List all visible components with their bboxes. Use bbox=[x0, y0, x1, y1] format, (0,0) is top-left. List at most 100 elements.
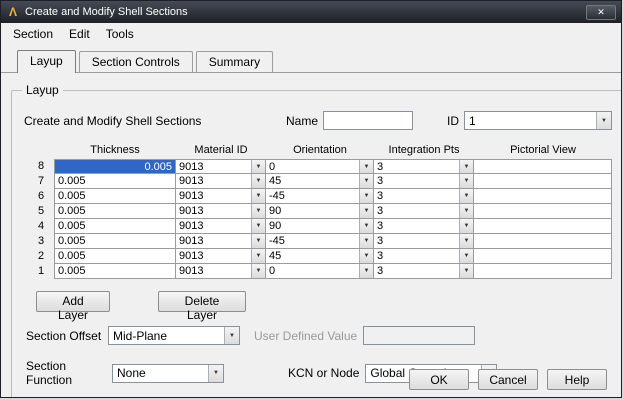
dropdown-arrow-icon[interactable]: ▼ bbox=[251, 160, 265, 173]
integration-pts-combo[interactable]: 3 ▼ bbox=[374, 174, 474, 189]
dropdown-arrow-icon[interactable]: ▼ bbox=[459, 264, 473, 278]
thickness-input[interactable] bbox=[55, 189, 175, 203]
menu-edit[interactable]: Edit bbox=[61, 25, 98, 43]
integration-pts-combo[interactable]: 3 ▼ bbox=[374, 204, 474, 219]
material-id-value: 9013 bbox=[179, 161, 204, 173]
dropdown-arrow-icon[interactable]: ▼ bbox=[596, 112, 612, 129]
dropdown-arrow-icon[interactable]: ▼ bbox=[359, 249, 373, 263]
layer-number: 2 bbox=[38, 250, 45, 262]
orientation-combo[interactable]: 45 ▼ bbox=[266, 174, 374, 189]
id-combo[interactable]: 1 ▼ bbox=[464, 111, 613, 130]
layer-number: 8 bbox=[38, 160, 45, 172]
thickness-cell bbox=[54, 219, 176, 234]
integration-pts-combo[interactable]: 3 ▼ bbox=[374, 189, 474, 204]
orientation-value: 0 bbox=[269, 265, 276, 277]
pictorial-view-cell bbox=[474, 189, 612, 204]
material-id-combo[interactable]: 9013 ▼ bbox=[176, 159, 266, 174]
orientation-value: 45 bbox=[269, 250, 282, 262]
thickness-input[interactable] bbox=[55, 264, 175, 278]
material-id-combo[interactable]: 9013 ▼ bbox=[176, 204, 266, 219]
dropdown-arrow-icon[interactable]: ▼ bbox=[251, 189, 265, 203]
tab-summary[interactable]: Summary bbox=[195, 51, 274, 72]
header-thickness: Thickness bbox=[90, 144, 140, 156]
close-button[interactable]: ✕ bbox=[586, 4, 616, 20]
integration-pts-combo[interactable]: 3 ▼ bbox=[374, 264, 474, 279]
dropdown-arrow-icon[interactable]: ▼ bbox=[359, 234, 373, 248]
orientation-combo[interactable]: -45 ▼ bbox=[266, 234, 374, 249]
name-input[interactable] bbox=[323, 111, 414, 130]
dropdown-arrow-icon[interactable]: ▼ bbox=[459, 234, 473, 248]
orientation-combo[interactable]: 90 ▼ bbox=[266, 204, 374, 219]
thickness-input[interactable] bbox=[55, 160, 175, 173]
name-label: Name bbox=[286, 113, 319, 128]
thickness-input[interactable] bbox=[55, 219, 175, 233]
orientation-combo[interactable]: 45 ▼ bbox=[266, 249, 374, 264]
dropdown-arrow-icon[interactable]: ▼ bbox=[359, 189, 373, 203]
integration-pts-value: 3 bbox=[377, 161, 384, 173]
dropdown-arrow-icon[interactable]: ▼ bbox=[251, 249, 265, 263]
thickness-cell bbox=[54, 204, 176, 219]
header-material-id: Material ID bbox=[194, 144, 248, 156]
material-id-combo[interactable]: 9013 ▼ bbox=[176, 234, 266, 249]
layer-number: 4 bbox=[38, 220, 45, 232]
dropdown-arrow-icon[interactable]: ▼ bbox=[251, 219, 265, 233]
pictorial-view-cell bbox=[474, 159, 612, 174]
material-id-value: 9013 bbox=[179, 265, 204, 277]
dropdown-arrow-icon[interactable]: ▼ bbox=[359, 204, 373, 218]
dropdown-arrow-icon[interactable]: ▼ bbox=[359, 174, 373, 188]
tab-layup[interactable]: Layup bbox=[17, 50, 76, 73]
integration-pts-combo[interactable]: 3 ▼ bbox=[374, 159, 474, 174]
material-id-combo[interactable]: 9013 ▼ bbox=[176, 249, 266, 264]
dropdown-arrow-icon[interactable]: ▼ bbox=[459, 249, 473, 263]
dropdown-arrow-icon[interactable]: ▼ bbox=[459, 204, 473, 218]
cancel-button[interactable]: Cancel bbox=[478, 369, 538, 390]
dropdown-arrow-icon[interactable]: ▼ bbox=[459, 219, 473, 233]
dropdown-arrow-icon[interactable]: ▼ bbox=[359, 160, 373, 173]
thickness-input[interactable] bbox=[55, 234, 175, 248]
integration-pts-combo[interactable]: 3 ▼ bbox=[374, 219, 474, 234]
integration-pts-value: 3 bbox=[377, 265, 384, 277]
orientation-combo[interactable]: 0 ▼ bbox=[266, 159, 374, 174]
section-function-combo[interactable]: None ▼ bbox=[112, 363, 224, 383]
table-header-row: Thickness Material ID Orientation Integr… bbox=[34, 142, 612, 159]
dropdown-arrow-icon[interactable]: ▼ bbox=[251, 204, 265, 218]
section-offset-combo[interactable]: Mid-Plane ▼ bbox=[108, 326, 240, 345]
dropdown-arrow-icon[interactable]: ▼ bbox=[459, 189, 473, 203]
material-id-combo[interactable]: 9013 ▼ bbox=[176, 219, 266, 234]
dropdown-arrow-icon[interactable]: ▼ bbox=[359, 264, 373, 278]
dropdown-arrow-icon[interactable]: ▼ bbox=[251, 264, 265, 278]
help-button[interactable]: Help bbox=[547, 369, 607, 390]
tab-section-controls[interactable]: Section Controls bbox=[78, 51, 193, 72]
dropdown-arrow-icon[interactable]: ▼ bbox=[459, 160, 473, 173]
dropdown-arrow-icon[interactable]: ▼ bbox=[208, 364, 223, 382]
add-layer-button[interactable]: Add Layer bbox=[36, 291, 110, 322]
delete-layer-button[interactable]: Delete Layer bbox=[158, 291, 246, 322]
layup-groupbox: Layup Create and Modify Shell Sections N… bbox=[11, 83, 621, 397]
material-id-combo[interactable]: 9013 ▼ bbox=[176, 174, 266, 189]
thickness-input[interactable] bbox=[55, 174, 175, 188]
dropdown-arrow-icon[interactable]: ▼ bbox=[251, 234, 265, 248]
menu-section[interactable]: Section bbox=[5, 25, 61, 43]
layer-number: 1 bbox=[38, 265, 45, 277]
material-id-combo[interactable]: 9013 ▼ bbox=[176, 189, 266, 204]
id-value: 1 bbox=[469, 113, 476, 128]
menu-tools[interactable]: Tools bbox=[98, 25, 142, 43]
header-orientation: Orientation bbox=[293, 144, 347, 156]
orientation-combo[interactable]: 0 ▼ bbox=[266, 264, 374, 279]
integration-pts-combo[interactable]: 3 ▼ bbox=[374, 234, 474, 249]
dropdown-arrow-icon[interactable]: ▼ bbox=[459, 174, 473, 188]
ok-button[interactable]: OK bbox=[409, 369, 469, 390]
header-integration-pts: Integration Pts bbox=[388, 144, 460, 156]
dropdown-arrow-icon[interactable]: ▼ bbox=[251, 174, 265, 188]
dropdown-arrow-icon[interactable]: ▼ bbox=[359, 219, 373, 233]
orientation-combo[interactable]: 90 ▼ bbox=[266, 219, 374, 234]
material-id-value: 9013 bbox=[179, 220, 204, 232]
thickness-input[interactable] bbox=[55, 204, 175, 218]
material-id-value: 9013 bbox=[179, 190, 204, 202]
orientation-combo[interactable]: -45 ▼ bbox=[266, 189, 374, 204]
material-id-combo[interactable]: 9013 ▼ bbox=[176, 264, 266, 279]
orientation-value: 90 bbox=[269, 220, 282, 232]
thickness-input[interactable] bbox=[55, 249, 175, 263]
dropdown-arrow-icon[interactable]: ▼ bbox=[224, 327, 239, 344]
integration-pts-combo[interactable]: 3 ▼ bbox=[374, 249, 474, 264]
